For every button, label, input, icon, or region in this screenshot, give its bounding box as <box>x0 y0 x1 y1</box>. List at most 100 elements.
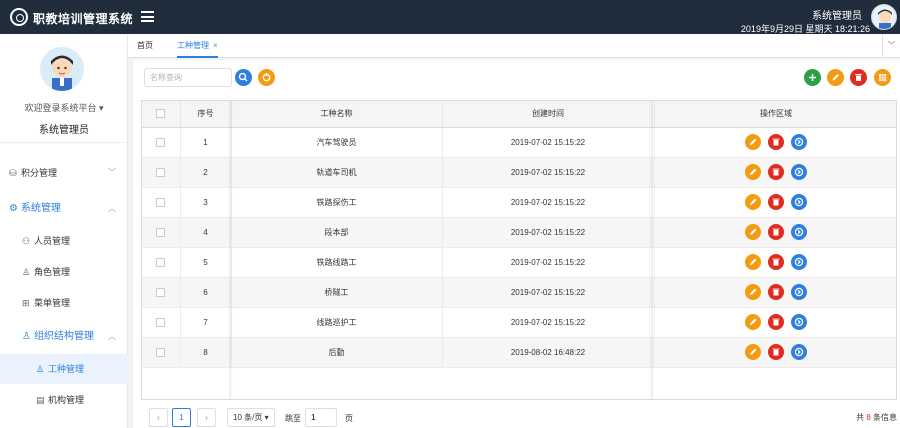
row-delete-button[interactable] <box>768 134 784 150</box>
sidebar-item-job-types[interactable]: ♙ 工种管理 <box>0 354 128 384</box>
row-checkbox[interactable] <box>156 347 166 357</box>
row-actions <box>654 187 896 218</box>
chevron-down-icon: ﹀ <box>108 168 116 177</box>
search-input[interactable] <box>144 68 232 87</box>
row-checkbox[interactable] <box>156 287 166 297</box>
row-checkbox[interactable] <box>156 227 166 237</box>
row-delete-button[interactable] <box>768 164 784 180</box>
avatar[interactable] <box>871 4 897 30</box>
select-all-header <box>142 101 181 128</box>
row-detail-button[interactable] <box>791 254 807 270</box>
page-size-select[interactable]: 10 条/页 ▾ <box>227 408 275 427</box>
table-row[interactable]: 2 轨道车司机 2019-07-02 15:15:22 <box>142 157 896 188</box>
sidebar-item-system[interactable]: ⚙ 系统管理 ︿ <box>0 194 128 224</box>
row-detail-button[interactable] <box>791 164 807 180</box>
job-type-name: 桥隧工 <box>231 277 443 308</box>
pencil-icon <box>750 168 757 175</box>
next-page-button[interactable]: › <box>197 408 216 427</box>
row-edit-button[interactable] <box>745 164 761 180</box>
table-header-row: 序号 工种名称 创建时间 操作区域 <box>142 101 896 128</box>
table-row[interactable]: 5 铁路线路工 2019-07-02 15:15:22 <box>142 247 896 278</box>
arrow-right-circle-icon <box>794 227 804 237</box>
column-header: 工种名称 <box>231 101 443 128</box>
sidebar-item-personnel[interactable]: ⚇ 人员管理 <box>0 226 128 256</box>
row-detail-button[interactable] <box>791 314 807 330</box>
users-icon: ⚇ <box>22 236 31 246</box>
row-select-cell <box>142 247 181 278</box>
row-checkbox[interactable] <box>156 197 166 207</box>
row-delete-button[interactable] <box>768 344 784 360</box>
delete-button[interactable] <box>850 69 867 86</box>
row-delete-button[interactable] <box>768 314 784 330</box>
sidebar-item-label: 组织结构管理 <box>34 331 94 342</box>
row-delete-button[interactable] <box>768 194 784 210</box>
table-row[interactable]: 3 铁路探伤工 2019-07-02 15:15:22 <box>142 187 896 218</box>
table-row[interactable]: 7 线路巡护工 2019-07-02 15:15:22 <box>142 307 896 338</box>
search-button[interactable] <box>235 69 252 86</box>
created-time: 2019-07-02 15:15:22 <box>442 217 655 248</box>
sidebar-avatar <box>40 47 84 91</box>
row-detail-button[interactable] <box>791 224 807 240</box>
row-delete-button[interactable] <box>768 284 784 300</box>
page-button[interactable]: 1 <box>172 408 191 427</box>
tab-job-types[interactable]: 工种管理 × <box>177 34 218 58</box>
welcome-dropdown[interactable]: 欢迎登录系统平台 ▾ <box>0 101 128 114</box>
row-delete-button[interactable] <box>768 224 784 240</box>
row-select-cell <box>142 127 181 158</box>
row-checkbox[interactable] <box>156 167 166 177</box>
chevron-down-icon[interactable]: ﹀ <box>882 34 900 58</box>
menu-toggle-button[interactable] <box>141 11 154 22</box>
row-edit-button[interactable] <box>745 224 761 240</box>
row-select-cell <box>142 277 181 308</box>
row-checkbox[interactable] <box>156 317 166 327</box>
top-bar: 职教培训管理系统 系统管理员 2019年9月29日 星期天 18:21:26 <box>0 0 900 34</box>
row-edit-button[interactable] <box>745 314 761 330</box>
row-edit-button[interactable] <box>745 284 761 300</box>
trash-icon <box>772 138 780 146</box>
row-detail-button[interactable] <box>791 344 807 360</box>
select-all-checkbox[interactable] <box>156 109 166 119</box>
sidebar-item-menus[interactable]: ⊞ 菜单管理 <box>0 288 128 318</box>
sidebar-item-institutions[interactable]: ▤ 机构管理 <box>0 385 128 415</box>
table-row[interactable]: 6 桥隧工 2019-07-02 15:15:22 <box>142 277 896 308</box>
sidebar-item-org-structure[interactable]: ♙ 组织结构管理 ︿ <box>0 322 128 352</box>
sidebar: 欢迎登录系统平台 ▾ 系统管理员 ⛁ 积分管理 ﹀ ⚙ 系统管理 ︿ ⚇ 人员管… <box>0 34 128 428</box>
columns-button[interactable] <box>874 69 891 86</box>
row-edit-button[interactable] <box>745 134 761 150</box>
row-detail-button[interactable] <box>791 284 807 300</box>
edit-button[interactable] <box>827 69 844 86</box>
table-row[interactable]: 4 段本部 2019-07-02 15:15:22 <box>142 217 896 248</box>
job-type-name: 铁路线路工 <box>231 247 443 278</box>
row-actions <box>654 277 896 308</box>
sidebar-item-label: 机构管理 <box>48 395 85 405</box>
row-edit-button[interactable] <box>745 194 761 210</box>
row-number: 3 <box>180 187 232 218</box>
row-checkbox[interactable] <box>156 257 166 267</box>
search-icon <box>238 72 248 82</box>
table-row[interactable]: 8 后勤 2019-08-02 16:48:22 <box>142 337 896 368</box>
row-detail-button[interactable] <box>791 194 807 210</box>
close-icon[interactable]: × <box>213 41 218 50</box>
prev-page-button[interactable]: ‹ <box>149 408 168 427</box>
arrow-right-circle-icon <box>794 137 804 147</box>
sidebar-divider <box>0 142 128 143</box>
row-detail-button[interactable] <box>791 134 807 150</box>
sidebar-item-points[interactable]: ⛁ 积分管理 ﹀ <box>0 158 128 188</box>
add-button[interactable] <box>804 69 821 86</box>
table-row[interactable]: 1 汽车驾驶员 2019-07-02 15:15:22 <box>142 127 896 158</box>
reset-button[interactable] <box>258 69 275 86</box>
row-edit-button[interactable] <box>745 344 761 360</box>
pencil-icon <box>750 228 757 235</box>
user-icon: ♙ <box>22 267 31 277</box>
sidebar-item-label: 角色管理 <box>34 267 71 277</box>
row-delete-button[interactable] <box>768 254 784 270</box>
column-header: 操作区域 <box>654 101 896 128</box>
row-edit-button[interactable] <box>745 254 761 270</box>
sidebar-item-roles[interactable]: ♙ 角色管理 <box>0 257 128 287</box>
tab-home[interactable]: 首页 <box>137 34 153 58</box>
jump-page-input[interactable] <box>305 408 337 427</box>
trash-icon <box>772 258 780 266</box>
column-header: 创建时间 <box>442 101 655 128</box>
data-grid: 序号 工种名称 创建时间 操作区域 1 汽车驾驶员 2019-07-02 15:15… <box>141 100 897 400</box>
row-checkbox[interactable] <box>156 137 166 147</box>
